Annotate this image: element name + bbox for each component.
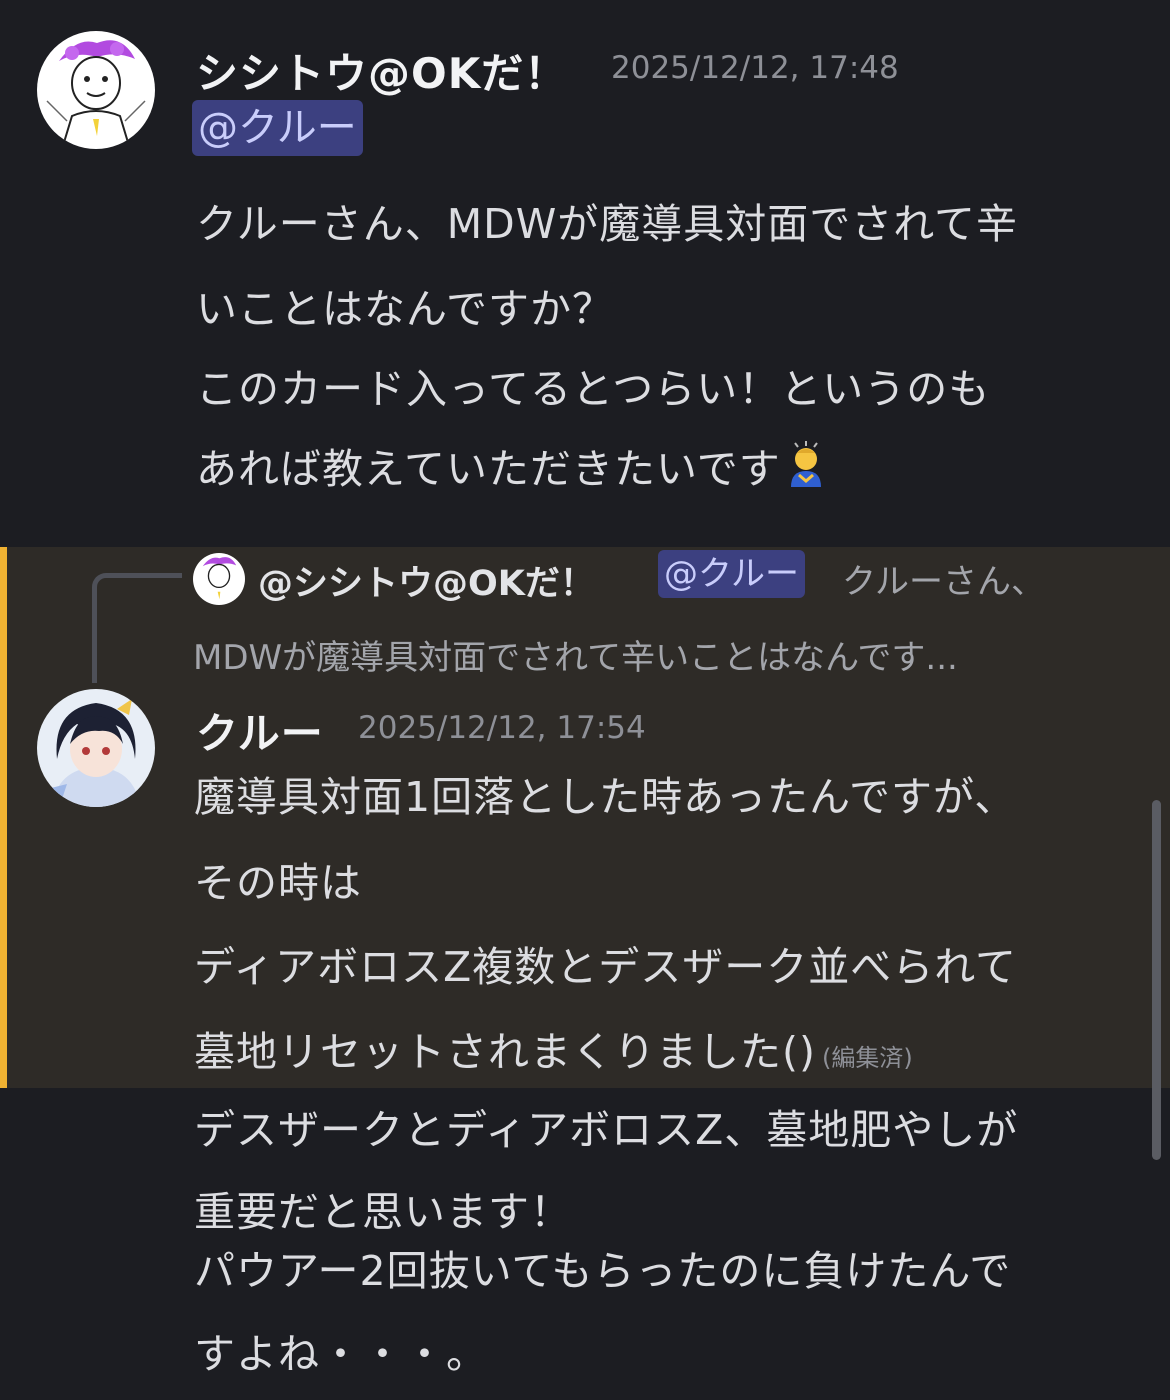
- message-line: デスザークとディアボロスZ、墓地肥やしが: [194, 1106, 1019, 1154]
- reply-avatar-image: [193, 553, 245, 605]
- message-line: 魔導具対面1回落とした時あったんですが、: [194, 773, 1017, 821]
- edited-label: (編集済): [822, 1044, 913, 1072]
- message-line: ディアボロスZ複数とデスザーク並べられて: [194, 943, 1017, 991]
- message-author[interactable]: シシトウ@OKだ！: [196, 40, 567, 101]
- message-line: このカード入ってるとつらい！というのも: [196, 365, 991, 413]
- message-line: すよね・・・。: [194, 1330, 488, 1378]
- message-line-text: あれば教えていただきたいです: [196, 445, 781, 493]
- message-line: いことはなんですか？: [196, 285, 614, 333]
- reply-connector-line: [92, 573, 182, 683]
- message-timestamp: 2025/12/12, 17:48: [611, 50, 899, 86]
- avatar-kuru[interactable]: [37, 689, 155, 807]
- highlight-accent-bar: [0, 547, 7, 1088]
- bowing-person-icon: [781, 441, 831, 491]
- mention-chip[interactable]: @クルー: [192, 100, 363, 156]
- message-author[interactable]: クルー: [196, 700, 324, 761]
- message-line: その時は: [194, 859, 362, 907]
- avatar-shishitou-image: [37, 31, 155, 149]
- reply-preview-text[interactable]: クルーさん、: [842, 554, 1045, 603]
- reply-avatar-shishitou: [193, 553, 245, 605]
- message-timestamp: 2025/12/12, 17:54: [358, 710, 646, 746]
- message-line-text: 墓地リセットされまくりました(): [194, 1028, 816, 1076]
- avatar-kuru-image: [37, 689, 155, 807]
- scrollbar-thumb[interactable]: [1152, 800, 1161, 1160]
- message-line-edited: 墓地リセットされまくりました() (編集済): [194, 1018, 913, 1078]
- message-line-with-emoji: あれば教えていただきたいです: [196, 435, 831, 495]
- chat-view: シシトウ@OKだ！ 2025/12/12, 17:48 @クルー クルーさん、M…: [0, 0, 1170, 1400]
- message-line: 重要だと思います！: [194, 1188, 572, 1236]
- reply-preview-text[interactable]: MDWが魔導具対面でされて辛いことはなんです...: [193, 630, 958, 679]
- message-line: パウアー2回抜いてもらったのに負けたんで: [194, 1247, 1012, 1295]
- message-line: クルーさん、MDWが魔導具対面でされて辛: [196, 200, 1019, 248]
- avatar-shishitou[interactable]: [37, 31, 155, 149]
- reply-author[interactable]: @シシトウ@OKだ！: [258, 555, 595, 606]
- reply-mention-chip[interactable]: @クルー: [658, 550, 805, 598]
